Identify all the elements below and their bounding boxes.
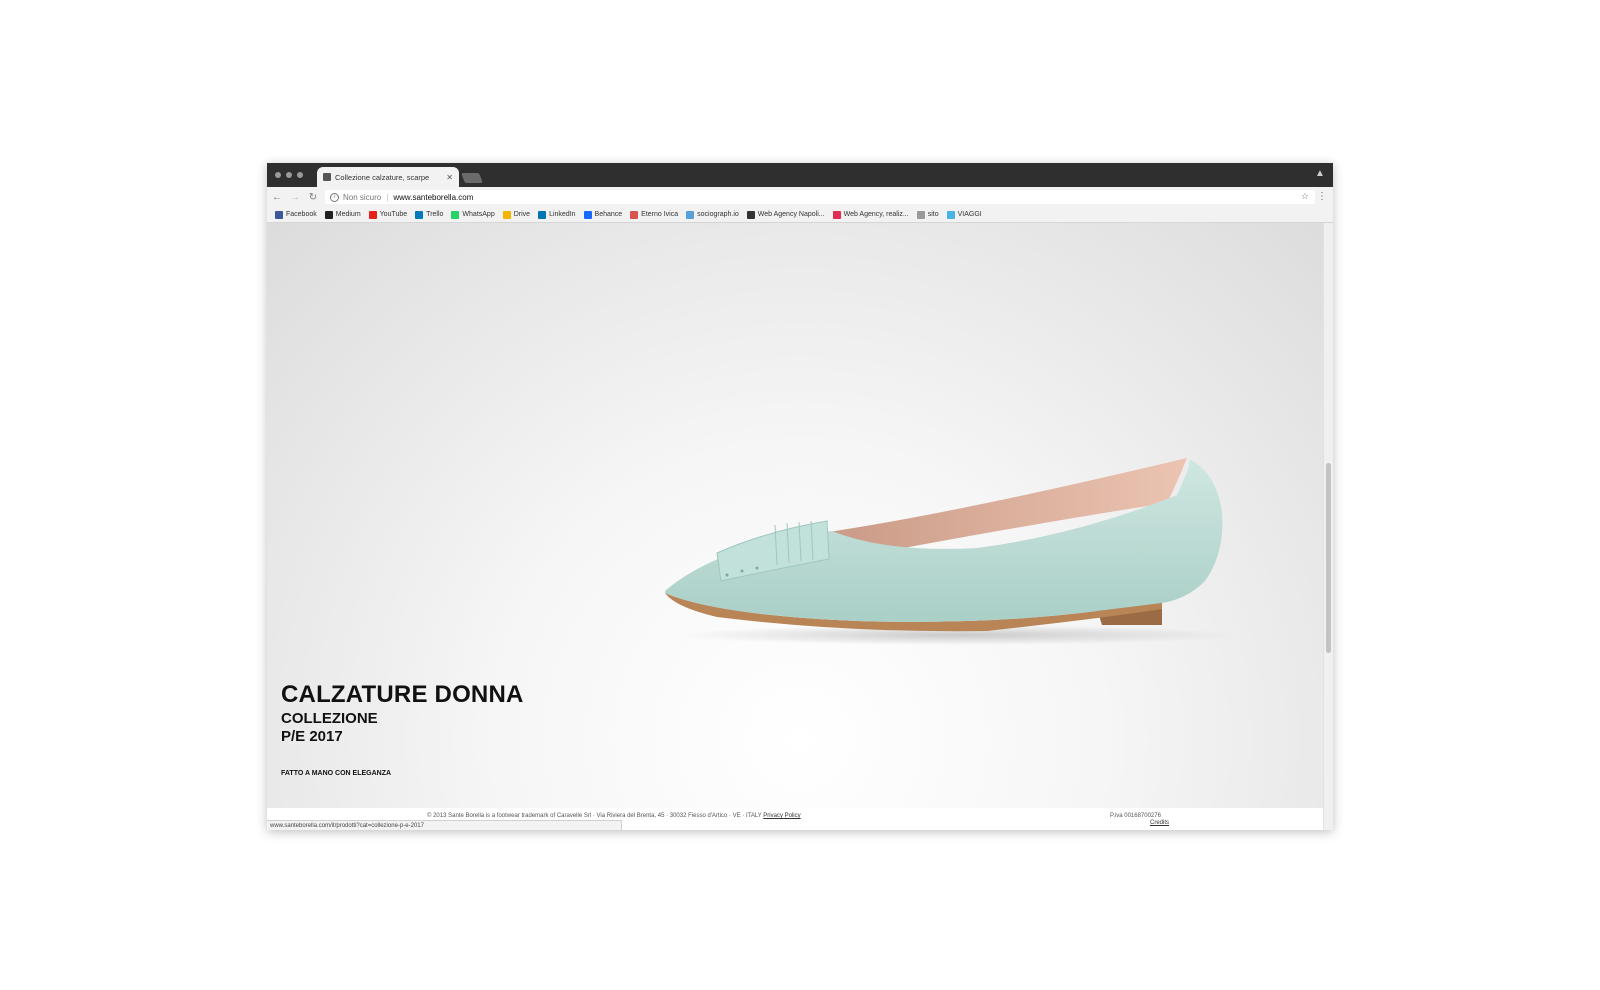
bookmark-label: Drive (513, 211, 531, 218)
viaggi-icon (946, 210, 955, 219)
bookmark-label: WhatsApp (462, 211, 495, 218)
bookmark-label: Facebook (286, 211, 317, 218)
bookmark-item[interactable]: sociograph.io (686, 210, 739, 219)
github-icon (746, 210, 755, 219)
bookmark-label: Behance (594, 211, 623, 218)
profile-icon[interactable]: ▲ (1315, 168, 1325, 180)
behance-icon (583, 210, 592, 219)
bookmark-item[interactable]: Web Agency Napoli... (746, 210, 825, 219)
drive-icon (502, 210, 511, 219)
browser-window: Collezione calzature, scarpe ✕ ▲ ← → ↻ i… (267, 163, 1333, 830)
privacy-policy-link[interactable]: Privacy Policy (763, 813, 800, 819)
bookmark-label: LinkedIn (549, 211, 576, 218)
vat-number: P.iva 00168700276 (1110, 813, 1161, 819)
bookmark-label: YouTube (379, 211, 408, 218)
browser-menu-icon[interactable]: ⋮ (1317, 191, 1327, 203)
zoom-window-icon[interactable] (297, 172, 303, 178)
facebook-icon (275, 210, 283, 219)
bookmark-label: Web Agency, realiz... (843, 211, 909, 218)
linkedin-icon (538, 210, 547, 219)
reload-icon[interactable]: ↻ (305, 192, 321, 203)
page-title: CALZATURE DONNA (281, 681, 524, 708)
address-url[interactable]: www.santeborella.com (393, 193, 473, 202)
bookmark-label: Medium (335, 211, 361, 218)
bookmark-item[interactable]: Medium (324, 210, 361, 219)
bookmarks-bar: Facebook Medium YouTube Trello WhatsApp Drive… (267, 207, 1333, 223)
minimize-window-icon[interactable] (286, 172, 292, 178)
security-label: Non sicuro (343, 192, 382, 202)
copyright-text: © 2013 Sante Borella is a footwear trade… (427, 813, 762, 819)
bookmark-star-icon[interactable]: ☆ (1301, 191, 1309, 202)
tab-strip: Collezione calzature, scarpe ✕ ▲ (267, 163, 1333, 187)
page-viewport: CALZATURE DONNA COLLEZIONE P/E 2017 FATT… (267, 223, 1333, 830)
bookmark-item[interactable]: Web Agency, realiz... (832, 210, 909, 219)
scrollbar-thumb[interactable] (1326, 463, 1331, 653)
back-icon[interactable]: ← (269, 192, 285, 203)
folder-icon (916, 210, 925, 219)
bookmark-item[interactable]: LinkedIn (538, 210, 576, 219)
info-icon[interactable]: i (330, 192, 339, 202)
bookmark-item[interactable]: Trello (415, 210, 444, 219)
bookmark-item[interactable]: sito (916, 210, 939, 219)
bookmark-label: Trello (426, 211, 444, 218)
bookmark-label: sito (927, 211, 939, 218)
credits-link[interactable]: Credits (1150, 820, 1169, 826)
address-separator: | (386, 192, 389, 202)
bookmark-item[interactable]: Drive (502, 210, 531, 219)
whatsapp-icon (451, 210, 460, 219)
bookmark-item[interactable]: Behance (583, 210, 623, 219)
footer-copyright: © 2013 Sante Borella is a footwear trade… (427, 813, 801, 819)
bookmark-label: Web Agency Napoli... (757, 211, 825, 218)
bookmark-label: VIAGGI (957, 211, 982, 218)
trello-icon (415, 210, 424, 219)
tab-active[interactable]: Collezione calzature, scarpe ✕ (317, 167, 459, 187)
sociograph-icon (686, 210, 695, 219)
eterno-ivica-icon (630, 210, 639, 219)
bookmark-item[interactable]: Eterno Ivica (630, 210, 679, 219)
bookmark-item[interactable]: YouTube (368, 210, 408, 219)
youtube-icon (368, 210, 377, 219)
bookmark-item[interactable]: WhatsApp (451, 210, 495, 219)
tab-title: Collezione calzature, scarpe (335, 172, 430, 182)
close-tab-icon[interactable]: ✕ (446, 173, 453, 182)
new-tab-button[interactable] (461, 173, 483, 183)
forward-icon[interactable]: → (287, 192, 303, 203)
tagline: FATTO A MANO CON ELEGANZA (281, 770, 392, 777)
web-agency-icon (832, 210, 841, 219)
close-window-icon[interactable] (275, 172, 281, 178)
bookmark-item[interactable]: Facebook (275, 210, 317, 219)
bookmark-item[interactable]: VIAGGI (946, 210, 982, 219)
scrollbar[interactable] (1323, 223, 1333, 830)
address-bar[interactable]: i Non sicuro | www.santeborella.com ☆ (325, 190, 1315, 204)
bookmark-label: Eterno Ivica (641, 211, 679, 218)
bookmark-label: sociograph.io (697, 211, 739, 218)
site-favicon-icon (323, 173, 331, 181)
collection-label: COLLEZIONE (281, 710, 378, 727)
shoe-product-image[interactable] (657, 453, 1237, 653)
toolbar: ← → ↻ i Non sicuro | www.santeborella.co… (267, 187, 1333, 207)
status-bar-url: www.santeborella.com/it/prodotti?cat=col… (267, 820, 622, 830)
season-label: P/E 2017 (281, 728, 343, 745)
medium-icon (324, 210, 333, 219)
